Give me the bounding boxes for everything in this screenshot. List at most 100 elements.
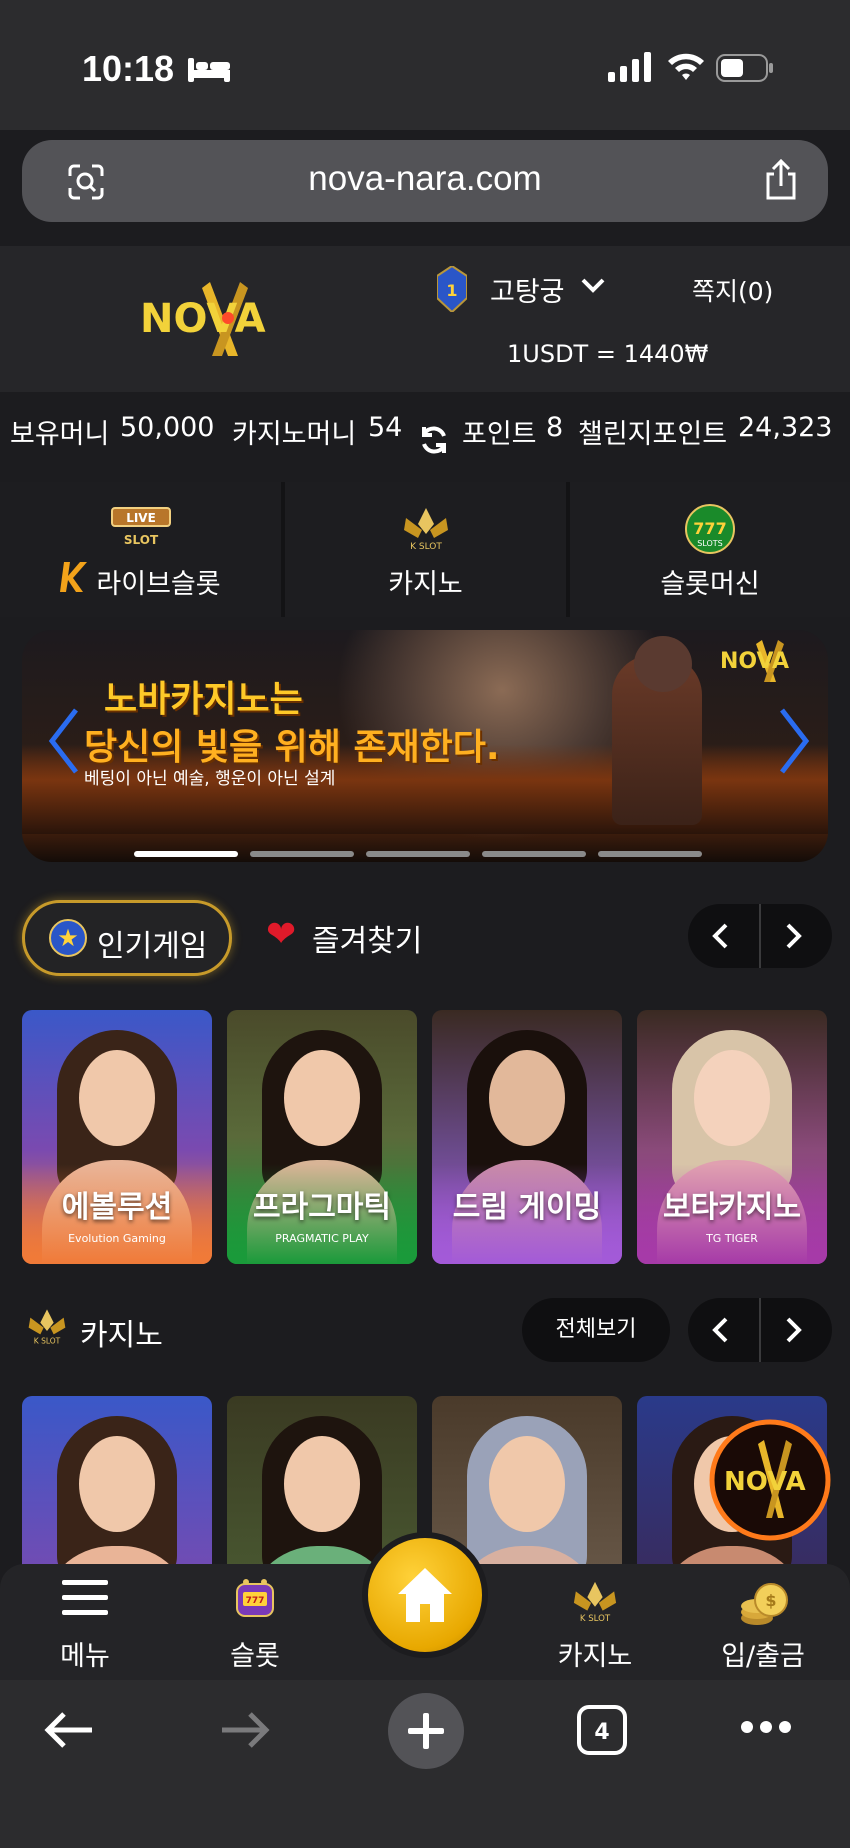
category-label: 슬롯머신 xyxy=(660,569,760,600)
heart-icon[interactable]: ❤ xyxy=(266,914,296,955)
k-slot-icon: K SLOT xyxy=(403,508,448,552)
share-icon[interactable] xyxy=(762,158,800,202)
logo-text: NOVA xyxy=(140,296,266,342)
game-card-dream-gaming[interactable]: 드림 게이밍 xyxy=(432,1010,622,1264)
chevron-down-icon[interactable] xyxy=(580,276,606,296)
banner-logo-text: NOVA xyxy=(720,649,789,674)
messages-link[interactable]: 쪽지(0) xyxy=(692,272,773,308)
cellular-signal-icon xyxy=(608,52,651,82)
nav-casino[interactable]: K SLOT 카지노 xyxy=(520,1564,670,1680)
banner-dot[interactable] xyxy=(250,851,354,857)
tab-favorites[interactable]: 즐겨찾기 xyxy=(312,916,422,960)
address-bar[interactable]: nova-nara.com xyxy=(22,140,828,222)
casino-section-title: 카지노 xyxy=(80,1318,163,1353)
forward-arrow-icon[interactable] xyxy=(220,1710,272,1750)
chevron-right-icon[interactable] xyxy=(782,1316,804,1344)
category-slot-machine[interactable]: 777 SLOTS 슬롯머신 xyxy=(570,482,850,617)
game-card-provider: PRAGMATIC PLAY xyxy=(275,1232,369,1245)
star-icon: ★ xyxy=(49,919,87,957)
banner-headline-1: 노바카지노는 xyxy=(104,679,303,720)
level-badge-icon: 1 xyxy=(437,266,467,312)
casino-value: 54 xyxy=(368,412,403,443)
banner-prev-arrow-icon[interactable] xyxy=(46,706,80,776)
game-card-title: 드림 게이밍 xyxy=(452,1190,602,1225)
slots-777-icon: 777 SLOTS xyxy=(685,504,735,554)
casino-carousel-nav xyxy=(688,1298,832,1362)
game-card-title: 에볼루션 xyxy=(61,1190,173,1225)
game-card-bota-casino[interactable]: 보타카지노 TG TIGER xyxy=(637,1010,827,1264)
banner-nova-logo: NOVA xyxy=(720,640,789,682)
chevron-right-icon[interactable] xyxy=(782,922,804,950)
game-card-pragmatic[interactable]: 프라그마틱 PRAGMATIC PLAY xyxy=(227,1010,417,1264)
nav-slot[interactable]: 777 슬롯 xyxy=(180,1564,330,1680)
holding-value: 50,000 xyxy=(120,412,215,443)
nav-menu[interactable]: 메뉴 xyxy=(10,1564,160,1680)
url-text[interactable]: nova-nara.com xyxy=(22,159,828,199)
home-button[interactable] xyxy=(362,1532,488,1658)
tab-popular-games[interactable]: ★ 인기게임 xyxy=(22,900,232,976)
plus-icon xyxy=(408,1713,444,1749)
home-icon xyxy=(398,1568,452,1622)
banner-dot[interactable] xyxy=(134,851,238,857)
chevron-left-icon[interactable] xyxy=(710,1316,732,1344)
refresh-icon[interactable] xyxy=(418,424,450,456)
site-header xyxy=(0,246,850,392)
new-tab-button[interactable] xyxy=(388,1693,464,1769)
point-value: 8 xyxy=(546,412,564,443)
category-tabs: LIVE SLOT 라이브슬롯 K SLOT 카지노 777 SLOTS 슬롯머… xyxy=(0,482,850,617)
nav-deposit-withdraw[interactable]: $ 입/출금 xyxy=(688,1564,838,1680)
game-card-title: 프라그마틱 xyxy=(253,1190,391,1225)
challenge-value: 24,323 xyxy=(738,412,833,443)
svg-text:K SLOT: K SLOT xyxy=(34,1337,61,1346)
banner-headline-2: 당신의 빛을 위해 존재한다. xyxy=(84,727,500,768)
category-casino[interactable]: K SLOT 카지노 xyxy=(285,482,566,617)
more-options-icon[interactable] xyxy=(740,1720,792,1734)
menu-icon xyxy=(62,1580,108,1615)
svg-text:777: 777 xyxy=(693,519,726,538)
username[interactable]: 고탕궁 xyxy=(490,270,565,309)
view-all-button[interactable]: 전체보기 xyxy=(522,1298,670,1362)
holding-label: 보유머니 xyxy=(10,419,110,450)
svg-text:777: 777 xyxy=(246,1596,265,1606)
tab-popular-label: 인기게임 xyxy=(97,929,208,964)
exchange-rate: 1USDT = 1440₩ xyxy=(507,340,709,368)
tabs-count: 4 xyxy=(594,1720,609,1745)
category-label: 라이브슬롯 xyxy=(96,569,221,600)
promo-banner[interactable]: 노바카지노는 당신의 빛을 위해 존재한다. 베팅이 아닌 예술, 행운이 아닌… xyxy=(22,630,828,862)
nova-badge-text: NOVA xyxy=(724,1467,806,1497)
nav-label: 입/출금 xyxy=(721,1641,805,1672)
svg-text:K SLOT: K SLOT xyxy=(410,542,442,552)
banner-next-arrow-icon[interactable] xyxy=(778,706,812,776)
banner-dot[interactable] xyxy=(598,851,702,857)
svg-text:LIVE: LIVE xyxy=(126,511,156,525)
k-slot-icon: K SLOT xyxy=(28,1309,66,1346)
game-card-title: 보타카지노 xyxy=(663,1190,801,1225)
game-card-evolution[interactable]: 에볼루션 Evolution Gaming xyxy=(22,1010,212,1264)
status-bar: 10:18 xyxy=(0,0,850,130)
banner-dot[interactable] xyxy=(366,851,470,857)
chevron-left-icon[interactable] xyxy=(710,922,732,950)
svg-text:SLOT: SLOT xyxy=(123,533,158,547)
coins-icon: $ xyxy=(741,1583,788,1625)
popular-carousel-nav xyxy=(688,904,832,968)
nav-label: 슬롯 xyxy=(230,1641,280,1672)
point-label: 포인트 xyxy=(462,419,537,450)
casino-label: 카지노머니 xyxy=(232,419,357,450)
game-card-provider: Evolution Gaming xyxy=(68,1232,166,1245)
live-slot-icon: LIVE SLOT xyxy=(110,507,171,547)
nova-badge-logo: NOVA xyxy=(709,1419,831,1541)
sleep-bed-icon xyxy=(188,58,230,82)
nav-label: 메뉴 xyxy=(60,1641,110,1672)
nova-logo[interactable]: NOVA xyxy=(140,276,306,362)
banner-pagination[interactable] xyxy=(134,842,714,861)
battery-icon xyxy=(716,54,773,82)
back-arrow-icon[interactable] xyxy=(42,1710,94,1750)
banner-dot[interactable] xyxy=(482,851,586,857)
svg-text:K SLOT: K SLOT xyxy=(580,1614,611,1624)
level-number: 1 xyxy=(446,281,457,300)
svg-text:$: $ xyxy=(765,1591,776,1610)
game-card-provider: TG TIGER xyxy=(706,1232,758,1245)
tabs-icon[interactable]: 4 xyxy=(576,1704,628,1756)
wifi-icon xyxy=(668,53,704,80)
category-live-slot[interactable]: LIVE SLOT 라이브슬롯 xyxy=(0,482,281,617)
